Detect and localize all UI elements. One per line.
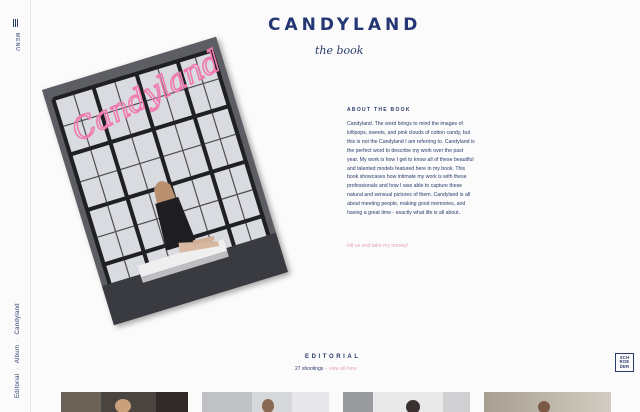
breadcrumb-separator: · <box>15 367 21 370</box>
breadcrumb-separator: · <box>15 338 21 341</box>
editorial-thumbnails <box>61 392 621 412</box>
about-text: Candyland. The word brings to mind the i… <box>347 121 475 217</box>
editorial-count: 27 shootings - view all here <box>295 366 357 372</box>
editorial-thumbnail[interactable] <box>202 392 329 412</box>
about-heading: ABOUT THE BOOK <box>347 107 411 113</box>
view-all-link[interactable]: view all here <box>329 366 357 372</box>
page-subtitle: the book <box>315 44 364 57</box>
breadcrumb-candyland[interactable]: Candyland <box>15 303 21 334</box>
editorial-thumbnail[interactable] <box>343 392 470 412</box>
editorial-heading: EDITORIAL <box>305 354 361 360</box>
breadcrumb-editorial[interactable]: Editorial <box>15 374 21 398</box>
editorial-thumbnail[interactable] <box>484 392 611 412</box>
breadcrumb: Editorial · Album · Candyland <box>10 288 21 398</box>
shootings-count: 27 shootings <box>295 366 324 372</box>
menu-label: MENU <box>14 33 20 52</box>
breadcrumb-album[interactable]: Album <box>15 345 21 364</box>
schroeder-logo[interactable]: SCH ROE DER <box>615 353 634 372</box>
buy-book-link[interactable]: Hit us and take my money! <box>347 243 408 249</box>
count-separator: - <box>325 366 328 372</box>
left-rail: MENU Editorial · Album · Candyland <box>0 0 31 412</box>
menu-icon <box>13 18 19 28</box>
book-cover-image[interactable]: Candyland <box>42 36 288 326</box>
editorial-thumbnail[interactable] <box>61 392 188 412</box>
menu-button[interactable]: MENU <box>9 18 23 58</box>
logo-line: DER <box>619 363 630 369</box>
book-cover-wrap: Candyland <box>42 28 292 326</box>
